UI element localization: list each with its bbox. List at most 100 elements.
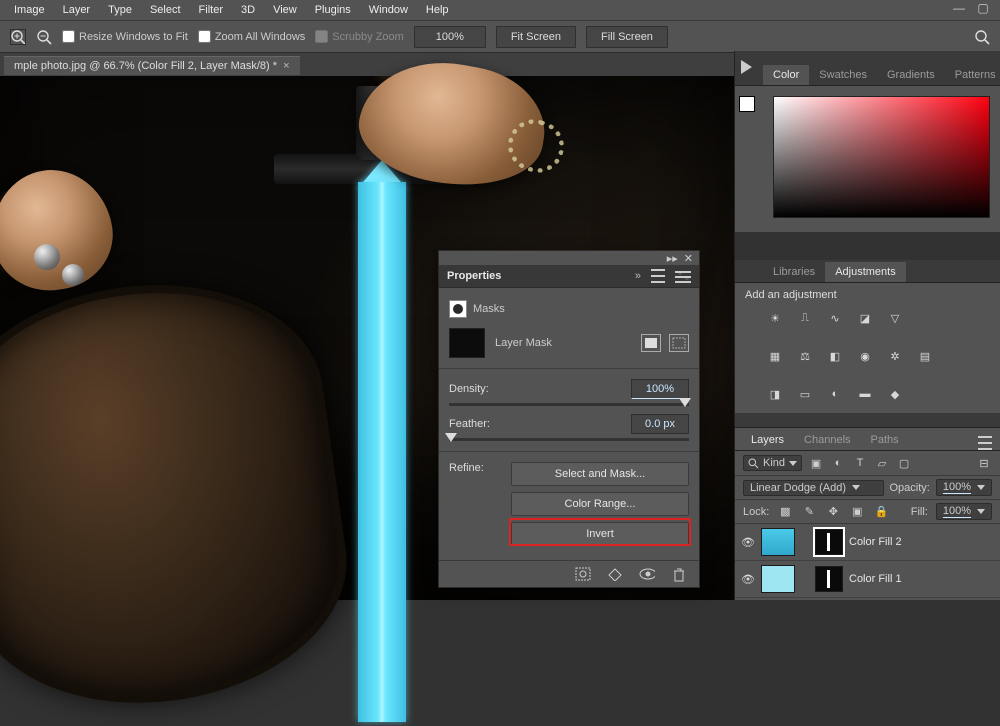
layer-filter-kind[interactable]: Kind <box>743 455 802 471</box>
layer-mask-thumbnail[interactable] <box>449 328 485 358</box>
lock-position-icon[interactable]: ✥ <box>825 504 841 520</box>
exposure-icon[interactable]: ◪ <box>855 309 875 327</box>
document-tab[interactable]: mple photo.jpg @ 66.7% (Color Fill 2, La… <box>4 56 300 75</box>
layer-row[interactable]: 👁 Color Fill 2 <box>735 524 1000 561</box>
apply-mask-icon[interactable] <box>607 566 623 582</box>
filter-adjust-icon[interactable]: ◐ <box>830 455 846 471</box>
color-balance-icon[interactable]: ⚖ <box>795 347 815 365</box>
panel-options-icon[interactable] <box>675 269 691 283</box>
expand-panels-button[interactable] <box>735 56 757 78</box>
zoom-in-icon[interactable] <box>10 29 26 45</box>
window-maximize-button[interactable]: ▢ <box>972 2 994 16</box>
search-icon[interactable] <box>974 29 990 45</box>
layer-thumbnail[interactable] <box>761 528 795 556</box>
tab-gradients[interactable]: Gradients <box>877 65 945 85</box>
zoom-level-field[interactable]: 100% <box>414 26 486 48</box>
window-minimize-button[interactable]: — <box>948 2 970 16</box>
menu-window[interactable]: Window <box>361 2 416 18</box>
layers-menu-icon[interactable] <box>978 436 992 450</box>
properties-panel-grip[interactable]: ▸▸ ✕ <box>439 251 699 265</box>
posterize-icon[interactable]: ▭ <box>795 385 815 403</box>
menu-help[interactable]: Help <box>418 2 457 18</box>
curves-icon[interactable]: ∿ <box>825 309 845 327</box>
filter-smart-icon[interactable]: ▢ <box>896 455 912 471</box>
visibility-toggle-icon[interactable]: 👁 <box>741 536 755 549</box>
gradient-map-icon[interactable]: ▬ <box>855 385 875 403</box>
fill-field[interactable]: 100% <box>936 503 992 520</box>
mask-link-icon[interactable] <box>801 534 809 550</box>
feather-slider[interactable] <box>449 438 689 441</box>
vector-mask-button[interactable] <box>669 334 689 352</box>
filter-pixel-icon[interactable]: ▣ <box>808 455 824 471</box>
visibility-toggle-icon[interactable]: 👁 <box>741 573 755 586</box>
lock-artboard-icon[interactable]: ▣ <box>849 504 865 520</box>
mask-link-icon[interactable] <box>801 571 809 587</box>
tab-patterns[interactable]: Patterns <box>945 65 1000 85</box>
density-slider[interactable] <box>449 403 689 406</box>
fit-screen-button[interactable]: Fit Screen <box>496 26 576 48</box>
fill-screen-button[interactable]: Fill Screen <box>586 26 668 48</box>
menu-type[interactable]: Type <box>100 2 140 18</box>
tab-libraries[interactable]: Libraries <box>763 262 825 282</box>
photo-filter-icon[interactable]: ◉ <box>855 347 875 365</box>
levels-icon[interactable]: ⎍ <box>795 309 815 327</box>
lock-pixels-icon[interactable]: ✎ <box>801 504 817 520</box>
close-tab-icon[interactable]: × <box>283 60 289 72</box>
resize-windows-checkbox[interactable]: Resize Windows to Fit <box>62 30 188 43</box>
invert-adj-icon[interactable]: ◨ <box>765 385 785 403</box>
zoom-out-icon[interactable] <box>36 29 52 45</box>
load-selection-icon[interactable] <box>575 566 591 582</box>
foreground-background-swatch[interactable] <box>739 96 761 118</box>
pixel-mask-button[interactable] <box>641 334 661 352</box>
hue-sat-icon[interactable]: ▦ <box>765 347 785 365</box>
layer-row[interactable]: 👁 Color Fill 1 <box>735 561 1000 598</box>
color-range-button[interactable]: Color Range... <box>511 492 689 516</box>
selective-color-icon[interactable]: ◆ <box>885 385 905 403</box>
lock-all-icon[interactable]: 🔒 <box>873 504 889 520</box>
layer-mask-thumbnail[interactable] <box>815 566 843 592</box>
layer-thumbnail[interactable] <box>761 565 795 593</box>
layer-name[interactable]: Color Fill 2 <box>849 536 902 548</box>
lock-transparency-icon[interactable]: ▩ <box>777 504 793 520</box>
color-field[interactable] <box>773 96 990 218</box>
filter-type-icon[interactable]: T <box>852 455 868 471</box>
panel-menu-icon[interactable] <box>651 269 665 283</box>
density-value[interactable]: 100% <box>631 379 689 399</box>
opacity-field[interactable]: 100% <box>936 479 992 496</box>
collapse-arrows-icon[interactable]: » <box>635 270 641 282</box>
toggle-mask-icon[interactable] <box>639 566 655 582</box>
layer-name[interactable]: Color Fill 1 <box>849 573 902 585</box>
tab-swatches[interactable]: Swatches <box>809 65 877 85</box>
blend-mode-dropdown[interactable]: Linear Dodge (Add) <box>743 480 884 496</box>
tab-paths[interactable]: Paths <box>861 430 909 450</box>
layer-mask-thumbnail[interactable] <box>815 529 843 555</box>
close-panel-icon[interactable]: ✕ <box>684 252 693 265</box>
tab-color[interactable]: Color <box>763 65 809 85</box>
select-and-mask-button[interactable]: Select and Mask... <box>511 462 689 486</box>
filter-toggle-icon[interactable]: ⊟ <box>976 455 992 471</box>
feather-value[interactable]: 0.0 px <box>631 414 689 434</box>
foreground-swatch[interactable] <box>739 96 755 112</box>
vibrance-icon[interactable]: ▽ <box>885 309 905 327</box>
black-white-icon[interactable]: ◧ <box>825 347 845 365</box>
tab-channels[interactable]: Channels <box>794 430 860 450</box>
menu-layer[interactable]: Layer <box>55 2 99 18</box>
mask-mode-icon[interactable] <box>449 300 467 318</box>
menu-filter[interactable]: Filter <box>191 2 231 18</box>
collapse-icon[interactable]: ▸▸ <box>667 252 678 265</box>
tab-adjustments[interactable]: Adjustments <box>825 262 906 282</box>
threshold-icon[interactable]: ◐ <box>825 385 845 403</box>
menu-select[interactable]: Select <box>142 2 189 18</box>
delete-mask-icon[interactable] <box>671 566 687 582</box>
channel-mixer-icon[interactable]: ✲ <box>885 347 905 365</box>
tab-layers[interactable]: Layers <box>741 430 794 450</box>
menu-3d[interactable]: 3D <box>233 2 263 18</box>
brightness-contrast-icon[interactable]: ☀ <box>765 309 785 327</box>
filter-shape-icon[interactable]: ▱ <box>874 455 890 471</box>
zoom-all-checkbox[interactable]: Zoom All Windows <box>198 30 305 43</box>
menu-view[interactable]: View <box>265 2 305 18</box>
color-lookup-icon[interactable]: ▤ <box>915 347 935 365</box>
menu-image[interactable]: Image <box>6 2 53 18</box>
invert-button[interactable]: Invert <box>511 522 689 546</box>
menu-plugins[interactable]: Plugins <box>307 2 359 18</box>
